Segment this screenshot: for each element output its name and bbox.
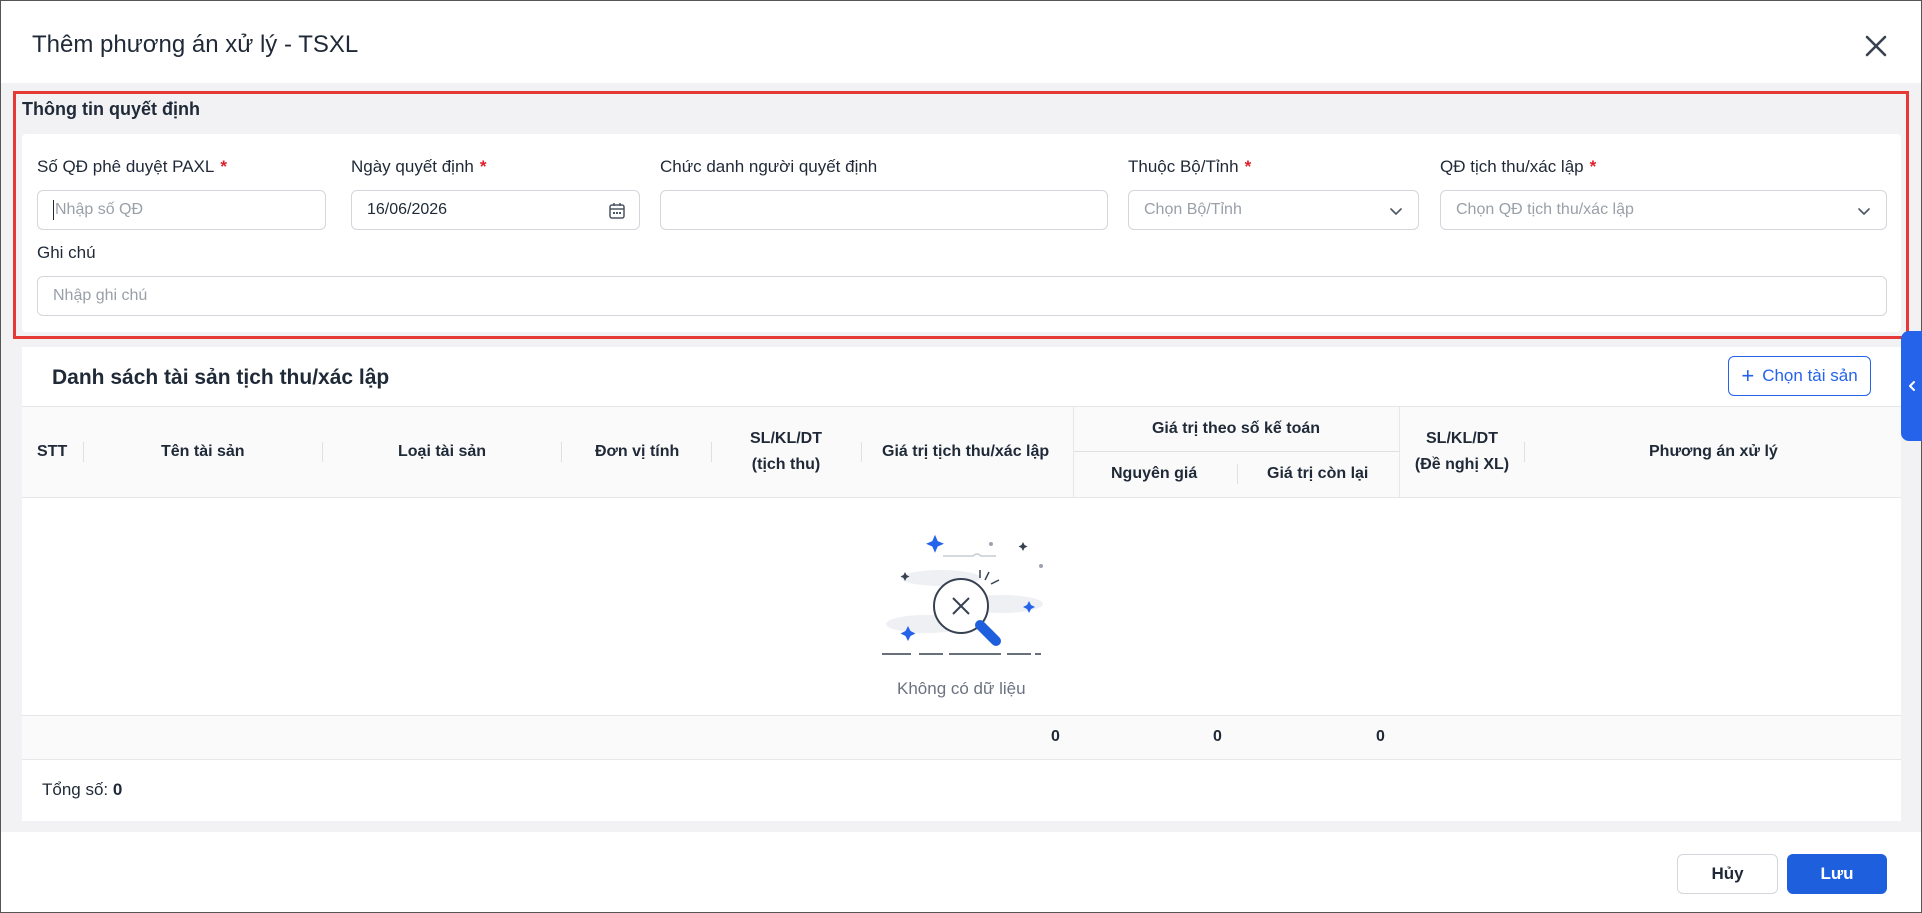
col-sl-de-nghi: SL/KL/DT (Đề nghị XL) (1409, 426, 1515, 478)
column-divider (1524, 442, 1525, 462)
bo-tinh-label: Thuộc Bộ/Tỉnh * (1128, 157, 1251, 177)
chevron-left-icon (1909, 381, 1915, 391)
summary-row (22, 715, 1901, 760)
choose-asset-button[interactable]: + Chọn tài sản (1728, 356, 1871, 396)
so-qd-label-text: Số QĐ phê duyệt PAXL (37, 157, 215, 176)
col-gia-tri-con-lai: Giá trị còn lại (1267, 465, 1369, 482)
empty-state-text: Không có dữ liệu (897, 679, 1026, 698)
ngay-qd-label: Ngày quyết định * (351, 157, 487, 177)
ghi-chu-label: Ghi chú (37, 243, 96, 262)
column-divider (561, 442, 562, 462)
choose-asset-label: Chọn tài sản (1762, 366, 1858, 385)
col-phuong-an: Phương án xử lý (1649, 443, 1778, 460)
required-mark: * (479, 157, 487, 176)
ngay-qd-label-text: Ngày quyết định (351, 157, 474, 176)
dialog-footer (1, 832, 1921, 912)
plus-icon: + (1741, 363, 1755, 388)
required-mark: * (1589, 157, 1597, 176)
close-icon[interactable] (1863, 33, 1889, 59)
chevron-down-icon (1854, 201, 1874, 221)
col-group-ke-toan: Giá trị theo số kế toán (1151, 420, 1321, 437)
col-sl-de-nghi-line1: SL/KL/DT (1426, 430, 1498, 447)
col-gia-tri-tich-thu: Giá trị tịch thu/xác lập (882, 443, 1050, 460)
bo-tinh-label-text: Thuộc Bộ/Tỉnh (1128, 157, 1239, 176)
chevron-down-icon (1386, 201, 1406, 221)
col-sl-de-nghi-line2: (Đề nghị XL) (1414, 456, 1510, 473)
sum-nguyen-gia: 0 (1213, 728, 1222, 745)
column-divider (1073, 406, 1074, 498)
column-divider (1399, 406, 1400, 498)
col-don-vi-tinh: Đơn vị tính (595, 443, 680, 460)
required-mark: * (220, 157, 227, 176)
chuc-danh-input[interactable] (660, 190, 1108, 230)
text-caret (53, 200, 54, 220)
col-loai-tai-san: Loại tài sản (398, 443, 487, 460)
calendar-icon[interactable] (607, 201, 627, 221)
ngay-qd-value: 16/06/2026 (367, 201, 448, 218)
col-nguyen-gia: Nguyên giá (1111, 465, 1198, 482)
ghi-chu-input[interactable]: Nhập ghi chú (37, 276, 1887, 316)
save-button[interactable]: Lưu (1787, 854, 1887, 894)
qd-tich-thu-placeholder: Chọn QĐ tịch thu/xác lập (1456, 201, 1634, 218)
qd-tich-thu-select[interactable]: Chọn QĐ tịch thu/xác lập (1440, 190, 1887, 230)
column-divider (711, 442, 712, 462)
col-sl-tich-thu-line2: (tịch thu) (751, 456, 821, 473)
total-count: Tổng số: 0 (42, 780, 122, 800)
total-label: Tổng số: (42, 780, 109, 799)
so-qd-placeholder: Nhập số QĐ (55, 201, 144, 218)
sum-gia-tri-con-lai: 0 (1376, 728, 1385, 745)
column-divider (1237, 464, 1238, 484)
group-divider (1073, 451, 1399, 452)
so-qd-label: Số QĐ phê duyệt PAXL * (37, 157, 227, 177)
dialog-title: Thêm phương án xử lý - TSXL (32, 31, 359, 58)
chuc-danh-label: Chức danh người quyết định (660, 157, 878, 176)
section-title: Thông tin quyết định (22, 99, 200, 119)
col-sl-tich-thu: SL/KL/DT (tịch thu) (741, 426, 831, 478)
qd-tich-thu-label: QĐ tịch thu/xác lập * (1440, 157, 1596, 177)
ghi-chu-placeholder: Nhập ghi chú (53, 287, 148, 304)
asset-list-title: Danh sách tài sản tịch thu/xác lập (52, 366, 390, 389)
ngay-qd-input[interactable]: 16/06/2026 (351, 190, 640, 230)
col-ten-tai-san: Tên tài sản (161, 443, 245, 460)
dialog-window: Thêm phương án xử lý - TSXL Thông tin qu… (0, 0, 1922, 913)
col-stt: STT (37, 443, 68, 460)
sum-gia-tri-tich-thu: 0 (1051, 728, 1060, 745)
empty-state-illustration (881, 526, 1051, 661)
col-sl-tich-thu-line1: SL/KL/DT (750, 430, 822, 447)
column-divider (322, 442, 323, 462)
bo-tinh-select[interactable]: Chọn Bộ/Tỉnh (1128, 190, 1419, 230)
bo-tinh-placeholder: Chọn Bộ/Tỉnh (1144, 201, 1242, 218)
so-qd-input[interactable]: Nhập số QĐ (37, 190, 326, 230)
column-divider (861, 442, 862, 462)
required-mark: * (1244, 157, 1252, 176)
column-divider (83, 442, 84, 462)
cancel-button[interactable]: Hủy (1677, 854, 1778, 894)
side-collapse-tab[interactable] (1901, 331, 1922, 441)
qd-tich-thu-label-text: QĐ tịch thu/xác lập (1440, 157, 1584, 176)
total-value: 0 (112, 780, 123, 799)
